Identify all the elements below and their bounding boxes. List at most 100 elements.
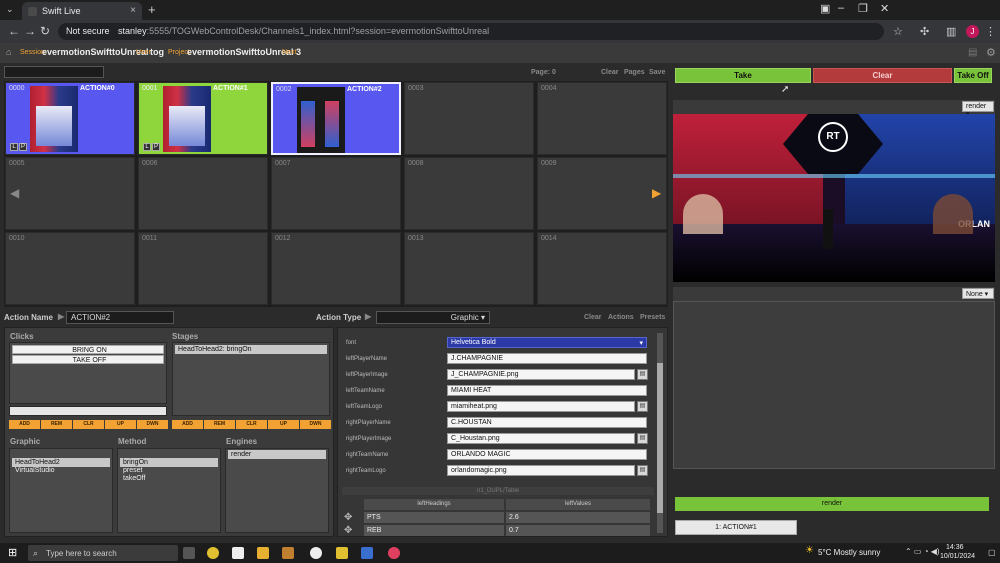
menu-icon[interactable]: ⋮ (985, 25, 996, 38)
remove-button[interactable]: REM (41, 420, 72, 429)
chrome-icon[interactable] (388, 547, 400, 559)
left-player-name-input[interactable]: J.CHAMPAGNIE (447, 353, 647, 364)
url-bar[interactable]: Not secure stanley:5555/TOGWebControlDes… (58, 23, 884, 40)
bookmark-star-icon[interactable]: ☆ (893, 25, 903, 38)
settings-gear-icon[interactable]: ⚙ (986, 46, 996, 59)
file-icon[interactable] (232, 547, 244, 559)
action-cell[interactable]: 0010 (5, 232, 135, 305)
table-cell[interactable]: PTS (364, 512, 504, 523)
layout-icon[interactable]: ▤ (968, 47, 977, 58)
browser-tab[interactable]: Swift Live × (22, 2, 142, 20)
action-cell[interactable]: 0007 (271, 157, 401, 230)
extensions-icon[interactable]: ✣ (920, 25, 929, 38)
action-cell[interactable]: 0006 (138, 157, 268, 230)
left-team-logo-input[interactable]: miamiheat.png (447, 401, 635, 412)
back-icon[interactable]: ← (8, 24, 20, 38)
windows-start-icon[interactable]: ⊞ (8, 546, 17, 559)
folder-icon[interactable] (257, 547, 269, 559)
close-window-icon[interactable]: ✕ (880, 2, 889, 15)
click-input[interactable] (9, 406, 167, 416)
graphic-item[interactable]: VirtualStudio (12, 466, 110, 475)
method-item[interactable]: takeOff (120, 474, 218, 483)
clock-date[interactable]: 10/01/2024 (940, 553, 975, 560)
not-secure-label[interactable]: Not secure (66, 26, 110, 36)
down-button[interactable]: DWN (137, 420, 168, 429)
drag-handle-icon[interactable]: ✥ (344, 525, 352, 536)
action-cell[interactable]: 0003 (404, 82, 534, 155)
actions-link[interactable]: Actions (608, 314, 634, 321)
action-cell[interactable]: 0013 (404, 232, 534, 305)
action-cell[interactable]: 0012 (271, 232, 401, 305)
action-cell[interactable]: 0009 (537, 157, 667, 230)
task-view-icon[interactable] (183, 547, 195, 559)
add-button[interactable]: ADD (172, 420, 203, 429)
drag-handle-icon[interactable]: ✥ (344, 512, 352, 523)
right-player-image-input[interactable]: C_Houstan.png (447, 433, 635, 444)
notes-icon[interactable] (336, 547, 348, 559)
add-button[interactable]: ADD (9, 420, 40, 429)
weather-text[interactable]: 5°C Mostly sunny (818, 548, 880, 557)
right-team-logo-input[interactable]: orlandomagic.png (447, 465, 635, 476)
action-cell[interactable]: 0014 (537, 232, 667, 305)
page-prev-arrow-icon[interactable]: ◀ (10, 186, 19, 200)
action-cell[interactable]: 0000 ACTION#0 LP (5, 82, 135, 155)
clear-list-button[interactable]: CLR (73, 420, 104, 429)
preview-engine-select[interactable]: render ▾ (962, 101, 994, 118)
table-cell[interactable]: 0.7 (506, 525, 650, 536)
action-name-input[interactable]: ACTION#2 (66, 311, 174, 324)
click-item[interactable]: TAKE OFF (12, 355, 164, 364)
forward-icon[interactable]: → (24, 24, 36, 38)
unreal-icon[interactable] (310, 547, 322, 559)
font-select[interactable]: Helvetica Bold ▾ (447, 337, 647, 348)
action-cell[interactable]: 0005 (5, 157, 135, 230)
left-team-name-input[interactable]: MIAMI HEAT (447, 385, 647, 396)
grid-search-input[interactable] (4, 66, 104, 78)
clear-button[interactable]: Clear (813, 68, 952, 83)
close-tab-icon[interactable]: × (130, 5, 136, 16)
action-cell[interactable]: 0001 ACTION#1 LP (138, 82, 268, 155)
profile-avatar[interactable]: J (966, 25, 979, 38)
left-player-image-input[interactable]: J_CHAMPAGNIE.png (447, 369, 635, 380)
clock-time[interactable]: 14:36 (946, 544, 964, 551)
tab-search-icon[interactable]: ⌄ (6, 4, 14, 15)
engine-item[interactable]: render (228, 450, 326, 459)
file-browse-icon[interactable]: ▤ (637, 433, 648, 444)
restore-icon[interactable]: ❐ (858, 2, 868, 15)
notification-icon[interactable]: ▢ (988, 548, 996, 557)
minimize-icon[interactable]: – (838, 2, 844, 14)
tray-icons[interactable]: ⌃ ▭ ◔ ◀) (905, 547, 940, 556)
table-cell[interactable]: 2.6 (506, 512, 650, 523)
chrome-icon[interactable] (207, 547, 219, 559)
taskbar-search-input[interactable]: ⌕ Type here to search (28, 545, 178, 561)
file-browse-icon[interactable]: ▤ (637, 401, 648, 412)
properties-scrollbar[interactable] (657, 333, 663, 533)
action-cell-selected[interactable]: 0002 ACTION#2 (271, 82, 401, 155)
clear-list-button[interactable]: CLR (236, 420, 267, 429)
right-player-name-input[interactable]: C.HOUSTAN (447, 417, 647, 428)
page-next-arrow-icon[interactable]: ▶ (652, 186, 661, 200)
action-cell[interactable]: 0011 (138, 232, 268, 305)
right-team-name-input[interactable]: ORLANDO MAGIC (447, 449, 647, 460)
grid-save-link[interactable]: Save (649, 69, 665, 76)
down-button[interactable]: DWN (300, 420, 331, 429)
new-tab-icon[interactable]: + (148, 2, 156, 17)
action-type-select[interactable]: Graphic ▾ (376, 311, 490, 324)
file-browse-icon[interactable]: ▤ (637, 465, 648, 476)
action-cell[interactable]: 0008 (404, 157, 534, 230)
grid-clear-link[interactable]: Clear (601, 69, 619, 76)
take-off-button[interactable]: Take Off (954, 68, 992, 83)
up-button[interactable]: UP (105, 420, 136, 429)
reload-icon[interactable]: ↻ (40, 24, 50, 38)
app-icon[interactable] (282, 547, 294, 559)
file-browse-icon[interactable]: ▤ (637, 369, 648, 380)
up-button[interactable]: UP (268, 420, 299, 429)
current-action-button[interactable]: 1: ACTION#1 (675, 520, 797, 535)
stage-item[interactable]: HeadToHead2: bringOn (175, 345, 327, 354)
action-cell[interactable]: 0004 (537, 82, 667, 155)
secondary-select[interactable]: None ▾ (962, 288, 994, 299)
extension-icon[interactable]: ▣ (820, 2, 830, 15)
app-icon[interactable] (361, 547, 373, 559)
action-clear-link[interactable]: Clear (584, 314, 602, 321)
take-button[interactable]: Take (675, 68, 811, 83)
render-engine-button[interactable]: render (675, 497, 989, 511)
